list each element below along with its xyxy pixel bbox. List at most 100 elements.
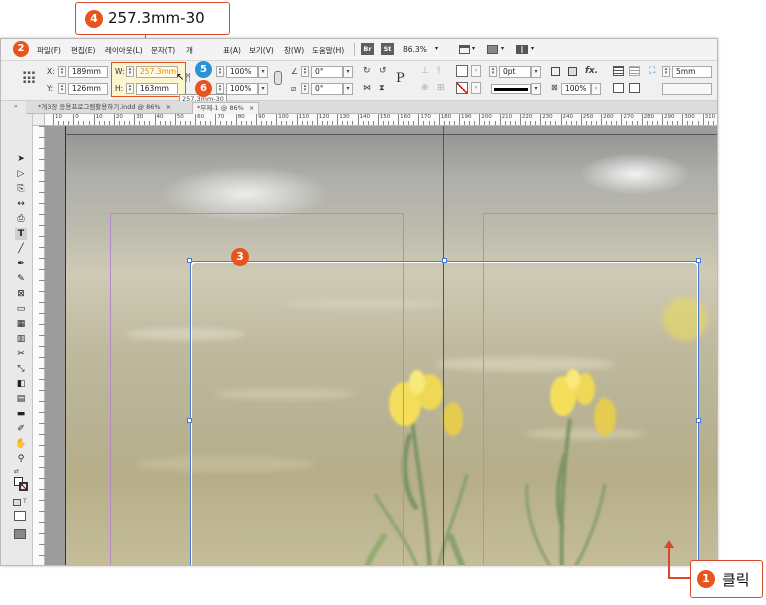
selection-tool-icon[interactable]: ➤: [15, 153, 27, 165]
pen-tool-icon[interactable]: ✒: [15, 258, 27, 270]
grid-tool-icon[interactable]: ▥: [15, 333, 27, 345]
link-icon[interactable]: ᛗ: [185, 74, 191, 84]
fit-content-icon[interactable]: [568, 67, 577, 76]
scale-x-field[interactable]: 100%: [226, 66, 258, 78]
menu-type[interactable]: 문자(T): [151, 45, 175, 56]
handle-middle-right[interactable]: [696, 418, 701, 423]
w-field[interactable]: 257.3mm-30: [136, 66, 178, 78]
stroke-swatch-none[interactable]: [456, 82, 468, 94]
arrange-documents-icon[interactable]: [516, 45, 528, 54]
y-field[interactable]: 126mm: [68, 83, 108, 95]
scale-x-spinner[interactable]: ▴ ▾: [216, 66, 224, 77]
scale-y-spinner[interactable]: ▴ ▾: [216, 83, 224, 94]
fx-icon[interactable]: fx.: [585, 66, 598, 76]
zoom-tool-icon[interactable]: ⚲: [15, 453, 27, 465]
fill-dropdown[interactable]: ›: [471, 65, 481, 77]
gradient-feather-tool-icon[interactable]: ▤: [15, 393, 27, 405]
select-container-icon[interactable]: ⊥: [421, 66, 429, 76]
toolbox-collapse-icon[interactable]: »: [14, 103, 18, 110]
menu-file[interactable]: 파일(F): [37, 45, 61, 56]
ruler-corner[interactable]: [33, 114, 45, 126]
scale-y-dropdown[interactable]: ▾: [258, 83, 268, 95]
handle-middle-left[interactable]: [187, 418, 192, 423]
shear-field[interactable]: 0°: [311, 83, 343, 95]
menu-object[interactable]: 개: [186, 45, 193, 56]
stroke-weight-field[interactable]: 0pt: [499, 66, 531, 78]
reference-point-icon[interactable]: ▪▪▪ ▪▪▪ ▪▪▪: [23, 71, 37, 85]
eyedropper-tool-icon[interactable]: ✐: [15, 423, 27, 435]
h-field[interactable]: 163mm: [136, 83, 178, 95]
line-tool-icon[interactable]: ╱: [15, 243, 27, 255]
pencil-tool-icon[interactable]: ✎: [15, 273, 27, 285]
stroke-type-dropdown[interactable]: ▾: [531, 83, 541, 95]
frame-fitting-icon[interactable]: [551, 67, 560, 76]
scissors-tool-icon[interactable]: ✂: [15, 348, 27, 360]
menu-layout[interactable]: 레이아웃(L): [105, 45, 143, 56]
corner-size-field[interactable]: 5mm: [672, 66, 712, 78]
scale-x-dropdown[interactable]: ▾: [258, 66, 268, 78]
close-icon[interactable]: ×: [166, 103, 171, 111]
angle-spinner[interactable]: ▴ ▾: [301, 66, 309, 77]
bridge-icon[interactable]: Br: [361, 43, 374, 55]
x-field[interactable]: 189mm: [68, 66, 108, 78]
menu-table[interactable]: 표(A): [223, 45, 241, 56]
stroke-type-line[interactable]: [491, 84, 531, 94]
distribute-icon[interactable]: [613, 83, 624, 93]
select-previous-icon[interactable]: ⫯: [437, 66, 441, 76]
fill-swatch[interactable]: [456, 65, 468, 77]
flip-vertical-icon[interactable]: ⧗: [379, 83, 385, 93]
table-tool-icon[interactable]: ▦: [15, 318, 27, 330]
handle-top-right[interactable]: [696, 258, 701, 263]
opacity-dropdown[interactable]: ›: [591, 83, 601, 95]
menu-view[interactable]: 보기(V): [249, 45, 274, 56]
content-collector-icon[interactable]: ⎙: [15, 213, 27, 225]
angle-field[interactable]: 0°: [311, 66, 343, 78]
tab-chapter3-document[interactable]: *개3장 응용프로그램활용하기.indd @ 86% ×: [34, 102, 175, 114]
document-canvas[interactable]: 3: [45, 126, 717, 565]
hand-tool-icon[interactable]: ✋: [15, 438, 27, 450]
corner-options-icon[interactable]: ⛶: [649, 66, 655, 76]
handle-top-left[interactable]: [187, 258, 192, 263]
vertical-ruler[interactable]: [33, 126, 45, 565]
arrange-dropdown-icon[interactable]: ▾: [531, 45, 534, 52]
formatting-text-icon[interactable]: T: [23, 498, 27, 505]
constrain-proportions-icon[interactable]: [274, 71, 282, 85]
select-next-icon[interactable]: ⊞: [437, 83, 445, 93]
w-spinner[interactable]: ▴ ▾: [126, 66, 134, 77]
distribute-alt-icon[interactable]: [629, 83, 640, 93]
zoom-level[interactable]: 86.3%: [403, 45, 427, 54]
page-tool-icon[interactable]: ⎘: [15, 183, 27, 195]
corner-size-spinner[interactable]: ▴ ▾: [662, 66, 670, 77]
scale-y-field[interactable]: 100%: [226, 83, 258, 95]
view-options-icon[interactable]: [487, 45, 498, 54]
horizontal-ruler[interactable]: 10 0 10 20 30 40 50 60 70 80 90 100 110 120 130 140 150 1…: [33, 114, 717, 126]
default-colors-icon[interactable]: ⇄: [14, 468, 19, 475]
apply-color-icon[interactable]: [14, 511, 26, 521]
align-left-icon[interactable]: [613, 66, 624, 76]
close-icon[interactable]: ×: [249, 104, 254, 112]
stroke-weight-spinner[interactable]: ▴ ▾: [489, 66, 497, 77]
stroke-weight-dropdown[interactable]: ▾: [531, 66, 541, 78]
view-options-dropdown-icon[interactable]: ▾: [501, 45, 504, 52]
angle-dropdown[interactable]: ▾: [343, 66, 353, 78]
shear-dropdown[interactable]: ▾: [343, 83, 353, 95]
select-content-icon[interactable]: ⊕: [421, 83, 429, 93]
fill-stroke-icon[interactable]: [14, 477, 28, 491]
stroke-dropdown[interactable]: ›: [471, 82, 481, 94]
zoom-dropdown-icon[interactable]: ▾: [435, 45, 438, 52]
h-spinner[interactable]: ▴ ▾: [126, 83, 134, 94]
gradient-swatch-tool-icon[interactable]: ◧: [15, 378, 27, 390]
formatting-container-icon[interactable]: [13, 499, 21, 506]
type-tool-icon[interactable]: T: [15, 228, 27, 240]
rectangle-frame-tool-icon[interactable]: ⊠: [15, 288, 27, 300]
direct-selection-tool-icon[interactable]: ▷: [15, 168, 27, 180]
align-center-icon[interactable]: [629, 66, 640, 76]
rotate-cw-icon[interactable]: ↻: [363, 66, 371, 76]
menu-window[interactable]: 창(W): [284, 45, 304, 56]
x-spinner[interactable]: ▴ ▾: [58, 66, 66, 77]
tab-untitled-document[interactable]: *무제-1 @ 86% ×: [192, 102, 260, 114]
rotate-ccw-icon[interactable]: ↺: [379, 66, 387, 76]
y-spinner[interactable]: ▴ ▾: [58, 83, 66, 94]
menu-edit[interactable]: 편집(E): [71, 45, 95, 56]
note-tool-icon[interactable]: ▬: [15, 408, 27, 420]
